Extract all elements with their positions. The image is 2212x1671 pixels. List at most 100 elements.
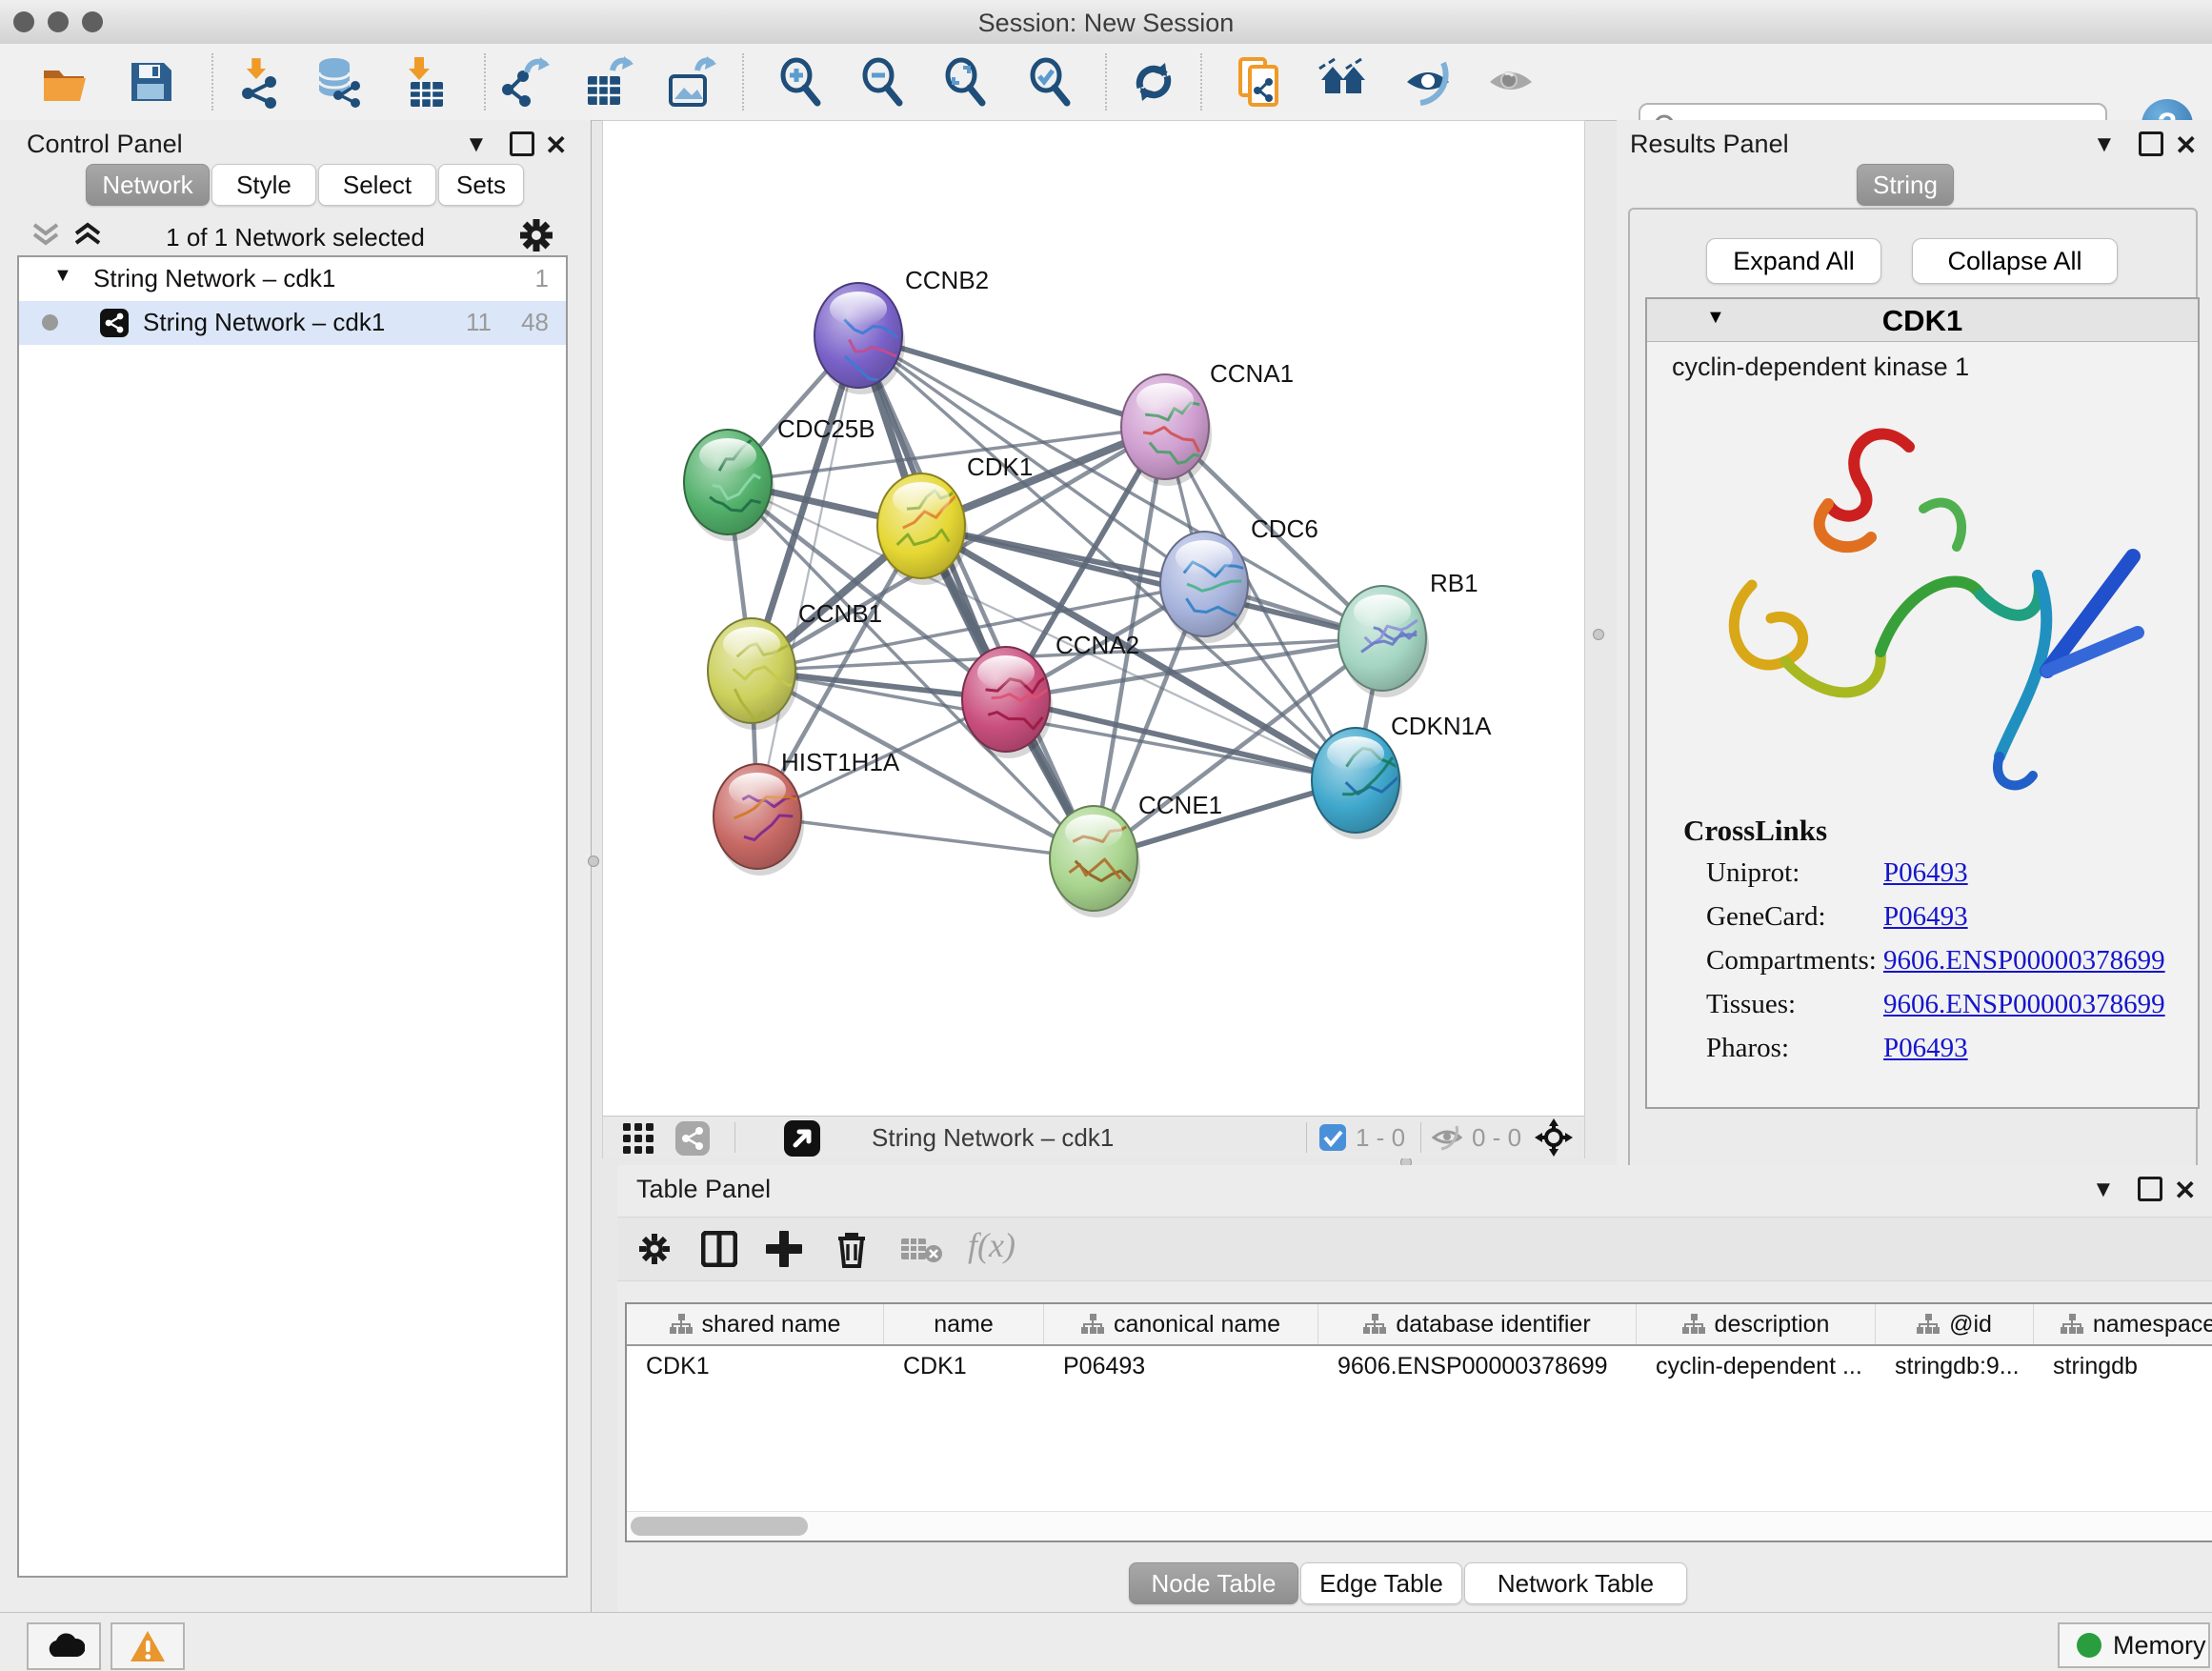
column-header-namespace[interactable]: namespace (2034, 1304, 2212, 1344)
close-panel-icon[interactable]: ✕ (2175, 130, 2197, 161)
hidden-eye-icon[interactable] (1432, 1124, 1462, 1151)
clone-network-icon[interactable] (1233, 55, 1286, 109)
network-node-CDC25B[interactable] (684, 430, 774, 541)
network-collection-row[interactable]: ▼ String Network – cdk1 1 (19, 257, 566, 301)
network-node-CCNB2[interactable] (814, 283, 909, 394)
tab-sets[interactable]: Sets (438, 164, 524, 206)
float-panel-icon[interactable]: ▼ (465, 131, 488, 158)
network-node-HIST1H1A[interactable] (714, 764, 804, 876)
zoom-out-icon[interactable] (855, 55, 909, 109)
network-node-RB1[interactable] (1338, 586, 1429, 697)
maximize-panel-icon[interactable] (2139, 131, 2163, 156)
collection-expand-icon[interactable]: ▼ (53, 265, 72, 287)
tab-network-table[interactable]: Network Table (1464, 1562, 1687, 1604)
network-view-toolbar: String Network – cdk1 1 - 0 0 - 0 (603, 1116, 1584, 1158)
show-columns-icon[interactable] (701, 1231, 737, 1267)
float-panel-icon[interactable]: ▼ (2092, 1177, 2115, 1203)
control-panel-title: Control Panel (27, 130, 183, 159)
cloud-status-button[interactable] (27, 1622, 101, 1670)
save-session-icon[interactable] (124, 55, 177, 109)
close-panel-icon[interactable]: ✕ (2174, 1175, 2196, 1206)
vertical-splitter-handle[interactable] (1593, 629, 1604, 640)
network-view-canvas[interactable]: CCNB2CCNA1CDC25BCDK1CDC6RB1CCNB1CCNA2CDK… (602, 120, 1585, 1158)
crosslink-value-link[interactable]: 9606.ENSP00000378699 (1883, 945, 2165, 976)
network-node-CDKN1A[interactable] (1312, 728, 1404, 839)
detach-view-icon[interactable] (784, 1120, 820, 1157)
show-all-eye-icon[interactable] (1484, 55, 1538, 109)
apply-layout-icon[interactable] (1127, 55, 1180, 109)
network-node-CCNE1[interactable] (1050, 806, 1140, 917)
crosslink-value-link[interactable]: P06493 (1883, 901, 1968, 933)
import-database-icon[interactable] (312, 55, 365, 109)
warning-status-button[interactable] (111, 1622, 185, 1670)
open-session-icon[interactable] (38, 55, 91, 109)
memory-button[interactable]: Memory (2058, 1622, 2210, 1668)
tab-style[interactable]: Style (211, 164, 316, 206)
grid-view-icon[interactable] (622, 1122, 654, 1155)
tab-node-table[interactable]: Node Table (1129, 1562, 1298, 1604)
network-node-CCNA2[interactable] (962, 647, 1053, 758)
import-network-icon[interactable] (232, 55, 286, 109)
network-row[interactable]: String Network – cdk1 11 48 (19, 301, 566, 345)
horizontal-scrollbar[interactable] (627, 1511, 2212, 1540)
gene-section-header[interactable]: ▼ CDK1 (1647, 299, 2198, 342)
maximize-panel-icon[interactable] (510, 131, 534, 156)
table-toolbar: f(x) (617, 1217, 2212, 1281)
import-table-icon[interactable] (399, 55, 452, 109)
string-network-graph[interactable]: CCNB2CCNA1CDC25BCDK1CDC6RB1CCNB1CCNA2CDK… (603, 121, 1584, 1116)
network-node-CCNA1[interactable] (1121, 374, 1212, 486)
collection-count: 1 (535, 264, 549, 293)
crosslink-value-link[interactable]: P06493 (1883, 1033, 1968, 1064)
hide-selected-eye-icon[interactable] (1401, 55, 1455, 109)
tab-select[interactable]: Select (318, 164, 436, 206)
selected-checkbox-icon[interactable] (1319, 1124, 1346, 1151)
first-neighbors-icon[interactable] (1317, 55, 1371, 109)
scrollbar-thumb[interactable] (631, 1517, 808, 1536)
table-row[interactable]: CDK1CDK1P064939606.ENSP00000378699cyclin… (627, 1346, 2212, 1386)
column-header-description[interactable]: description (1637, 1304, 1876, 1344)
table-cell: cyclin-dependent ... (1637, 1346, 1876, 1386)
network-view-title: String Network – cdk1 (872, 1123, 1114, 1153)
table-options-gear-icon[interactable] (636, 1231, 673, 1267)
tab-edge-table[interactable]: Edge Table (1300, 1562, 1462, 1604)
maximize-panel-icon[interactable] (2138, 1177, 2162, 1201)
export-image-icon[interactable] (663, 55, 716, 109)
crosslinks-list: Uniprot:P06493GeneCard:P06493Compartment… (1706, 857, 2182, 1077)
network-edge-CCNB2-HIST1H1A[interactable] (757, 335, 858, 816)
float-panel-icon[interactable]: ▼ (2093, 131, 2116, 158)
tab-string[interactable]: String (1857, 164, 1954, 206)
network-options-gear-icon[interactable] (516, 215, 556, 255)
node-table[interactable]: shared namenamecanonical namedatabase id… (625, 1302, 2212, 1542)
network-edge-CCNB2-CCNE1[interactable] (858, 335, 1094, 858)
network-list: ▼ String Network – cdk1 1 String Network… (17, 255, 568, 1578)
tab-network[interactable]: Network (86, 164, 210, 206)
column-header--id[interactable]: @id (1876, 1304, 2034, 1344)
delete-column-trash-icon[interactable] (835, 1230, 869, 1268)
table-panel: Table Panel ▼ ✕ f(x) shared namenamecano… (617, 1165, 2212, 1612)
collapse-all-button[interactable]: Collapse All (1912, 238, 2118, 284)
network-node-CDK1[interactable] (877, 473, 968, 585)
crosslink-value-link[interactable]: P06493 (1883, 857, 1968, 889)
column-header-shared-name[interactable]: shared name (627, 1304, 884, 1344)
crosslink-value-link[interactable]: 9606.ENSP00000378699 (1883, 989, 2165, 1020)
network-node-CDC6[interactable] (1160, 532, 1251, 643)
column-header-canonical-name[interactable]: canonical name (1044, 1304, 1318, 1344)
zoom-in-icon[interactable] (774, 55, 827, 109)
network-share-icon[interactable] (675, 1121, 710, 1156)
export-table-icon[interactable] (580, 55, 633, 109)
export-network-icon[interactable] (498, 55, 552, 109)
create-column-plus-icon[interactable] (766, 1231, 802, 1267)
zoom-fit-icon[interactable] (938, 55, 992, 109)
vertical-splitter-handle[interactable] (588, 856, 599, 867)
toolbar-separator (734, 1122, 735, 1153)
column-header-name[interactable]: name (884, 1304, 1044, 1344)
column-header-database-identifier[interactable]: database identifier (1318, 1304, 1637, 1344)
network-node-CCNB1[interactable] (708, 618, 799, 734)
pan-crosshair-icon[interactable] (1535, 1118, 1573, 1157)
column-type-icon (2061, 1314, 2083, 1335)
title-bar: Session: New Session (0, 0, 2212, 45)
expand-all-button[interactable]: Expand All (1706, 238, 1881, 284)
close-panel-icon[interactable]: ✕ (545, 130, 567, 161)
zoom-selected-icon[interactable] (1023, 55, 1076, 109)
network-edge-HIST1H1A-CCNE1[interactable] (757, 816, 1094, 858)
